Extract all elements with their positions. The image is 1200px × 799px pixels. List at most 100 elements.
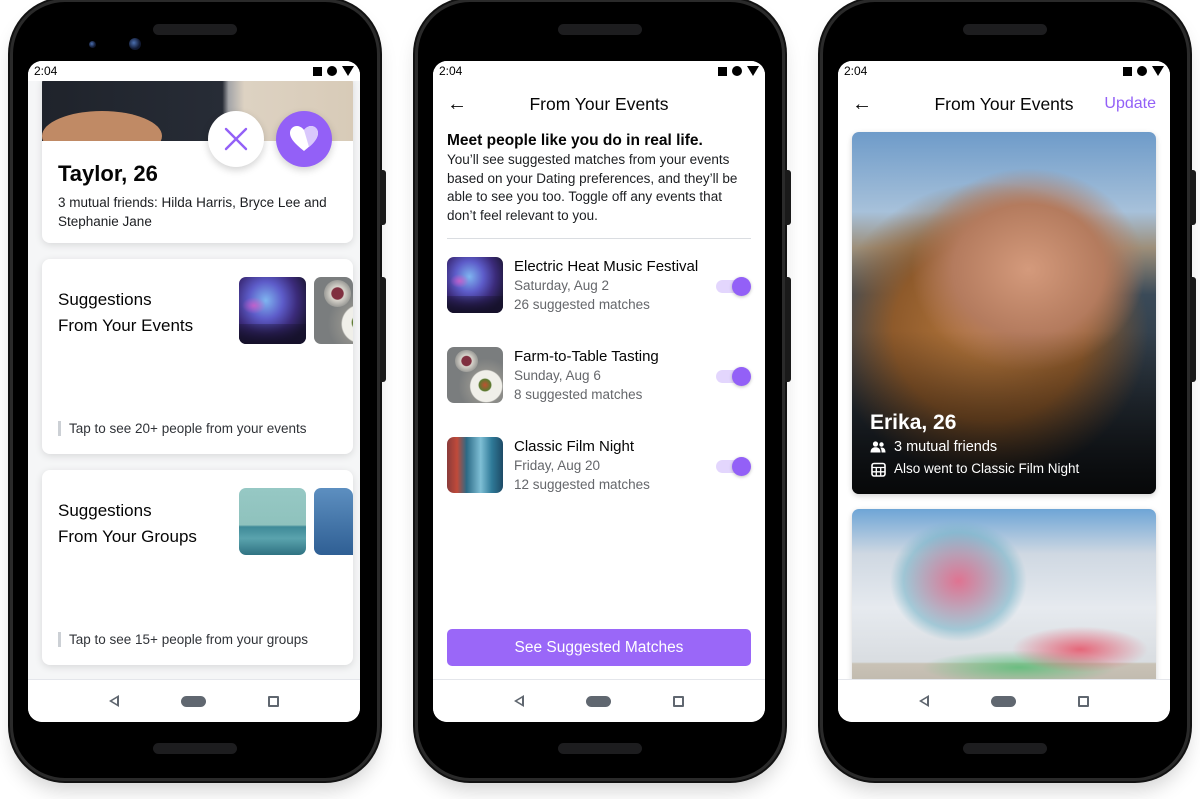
volume-button	[1190, 277, 1196, 382]
suggestions-feed[interactable]: Taylor, 26 3 mutual friends: Hilda Harri…	[28, 81, 360, 679]
notification-square-icon	[313, 66, 322, 76]
suggestions-card-title: Suggestions From Your Events	[58, 287, 193, 339]
arrow-left-icon[interactable]: ←	[852, 94, 872, 114]
event-info: Farm-to-Table Tasting Sunday, Aug 6 8 su…	[514, 347, 659, 404]
like-button[interactable]	[276, 111, 332, 167]
recents-icon[interactable]	[268, 695, 279, 707]
event-match-count: 8 suggested matches	[514, 387, 643, 402]
system-nav-bar	[28, 679, 360, 722]
event-toggle[interactable]	[716, 457, 751, 476]
bottom-speaker	[558, 743, 642, 754]
app-header: ← From Your Events	[433, 81, 765, 127]
event-name: Electric Heat Music Festival	[514, 258, 699, 275]
suggestions-card-title: Suggestions From Your Groups	[58, 498, 197, 550]
recents-icon[interactable]	[1078, 695, 1089, 707]
event-name: Farm-to-Table Tasting	[514, 348, 659, 365]
event-image	[447, 437, 503, 493]
phone-frame-1: 2:04 Taylor, 26 3 mutual friends: Hilda …	[13, 2, 386, 778]
blue-image	[314, 488, 353, 555]
back-icon[interactable]	[109, 695, 119, 707]
suggestions-groups-card[interactable]: Suggestions From Your Groups Tap to see …	[42, 470, 353, 665]
friends-icon	[870, 439, 886, 455]
event-match-count: 12 suggested matches	[514, 477, 650, 492]
power-button	[1190, 170, 1196, 225]
suggestions-footer[interactable]: Tap to see 15+ people from your groups	[58, 632, 308, 647]
status-icons	[1123, 66, 1164, 76]
event-image	[447, 347, 503, 403]
event-date: Saturday, Aug 2	[514, 278, 610, 293]
status-time: 2:04	[439, 64, 463, 78]
see-suggested-matches-button[interactable]: See Suggested Matches	[447, 629, 751, 666]
volume-button	[785, 277, 791, 382]
pass-button[interactable]	[208, 111, 264, 167]
screen-event-matches: 2:04 ← From Your Events Update Erika, 26…	[838, 61, 1170, 722]
status-bar: 2:04	[838, 61, 1170, 81]
event-date: Friday, Aug 20	[514, 458, 601, 473]
close-icon	[224, 127, 248, 151]
intro-section: Meet people like you do in real life. Yo…	[433, 127, 765, 225]
event-image	[447, 257, 503, 313]
concert-image	[239, 277, 306, 344]
back-icon[interactable]	[514, 695, 524, 707]
phone-frame-3: 2:04 ← From Your Events Update Erika, 26…	[823, 2, 1196, 778]
suggestions-footer[interactable]: Tap to see 20+ people from your events	[58, 421, 307, 436]
arrow-left-icon[interactable]: ←	[447, 94, 467, 114]
bottom-speaker	[153, 743, 237, 754]
event-row: Electric Heat Music Festival Saturday, A…	[447, 239, 751, 329]
match-card[interactable]: Erika, 26 3 mutual friends Also went to …	[852, 132, 1156, 494]
event-match-count: 26 suggested matches	[514, 297, 650, 312]
mutual-friends-line: 3 mutual friends	[870, 436, 1079, 458]
signal-icon	[342, 66, 354, 76]
home-icon[interactable]	[181, 695, 206, 707]
event-info: Electric Heat Music Festival Saturday, A…	[514, 257, 698, 314]
event-toggle[interactable]	[716, 367, 751, 386]
recents-icon[interactable]	[673, 695, 684, 707]
event-text: Also went to Classic Film Night	[894, 461, 1080, 476]
status-time: 2:04	[844, 64, 868, 78]
food-image	[314, 277, 353, 344]
intro-title: Meet people like you do in real life.	[447, 132, 703, 149]
match-name: Erika, 26	[870, 411, 957, 434]
power-button	[380, 170, 386, 225]
back-icon[interactable]	[919, 695, 929, 707]
status-bar: 2:04	[433, 61, 765, 81]
notification-dot-icon	[327, 66, 337, 76]
title-line-2: From Your Events	[58, 316, 194, 335]
earpiece	[153, 24, 237, 35]
update-button[interactable]: Update	[1104, 95, 1156, 113]
event-thumbnails	[239, 277, 353, 345]
heart-icon	[290, 126, 318, 151]
event-line: Also went to Classic Film Night	[870, 458, 1079, 480]
earpiece	[558, 24, 642, 35]
signal-icon	[747, 66, 759, 76]
page-title: From Your Events	[529, 93, 669, 114]
event-list: Electric Heat Music Festival Saturday, A…	[433, 239, 765, 509]
screen-event-settings: 2:04 ← From Your Events Meet people like…	[433, 61, 765, 722]
event-toggle[interactable]	[716, 277, 751, 296]
suggestions-events-card[interactable]: Suggestions From Your Events Tap to see …	[42, 259, 353, 454]
profile-card[interactable]: Taylor, 26 3 mutual friends: Hilda Harri…	[42, 81, 353, 243]
screen-suggestions: 2:04 Taylor, 26 3 mutual friends: Hilda …	[28, 61, 360, 722]
phone-frame-2: 2:04 ← From Your Events Meet people like…	[418, 2, 791, 778]
earpiece	[963, 24, 1047, 35]
event-info: Classic Film Night Friday, Aug 20 12 sug…	[514, 437, 650, 494]
title-line-1: Suggestions	[58, 290, 152, 309]
group-thumbnails	[239, 488, 353, 556]
intro-body: You’ll see suggested matches from your e…	[447, 152, 738, 223]
event-row: Classic Film Night Friday, Aug 20 12 sug…	[447, 419, 751, 509]
status-icons	[718, 66, 759, 76]
bottom-speaker	[963, 743, 1047, 754]
home-icon[interactable]	[991, 695, 1016, 707]
power-button	[785, 170, 791, 225]
event-name: Classic Film Night	[514, 438, 635, 455]
calendar-icon	[870, 461, 886, 477]
volume-button	[380, 277, 386, 382]
notification-square-icon	[1123, 66, 1132, 76]
match-card[interactable]	[852, 509, 1156, 689]
status-time: 2:04	[34, 64, 58, 78]
profile-name: Taylor, 26	[58, 161, 158, 186]
front-camera	[129, 38, 141, 50]
event-row: Farm-to-Table Tasting Sunday, Aug 6 8 su…	[447, 329, 751, 419]
home-icon[interactable]	[586, 695, 611, 707]
front-sensor	[89, 41, 96, 48]
